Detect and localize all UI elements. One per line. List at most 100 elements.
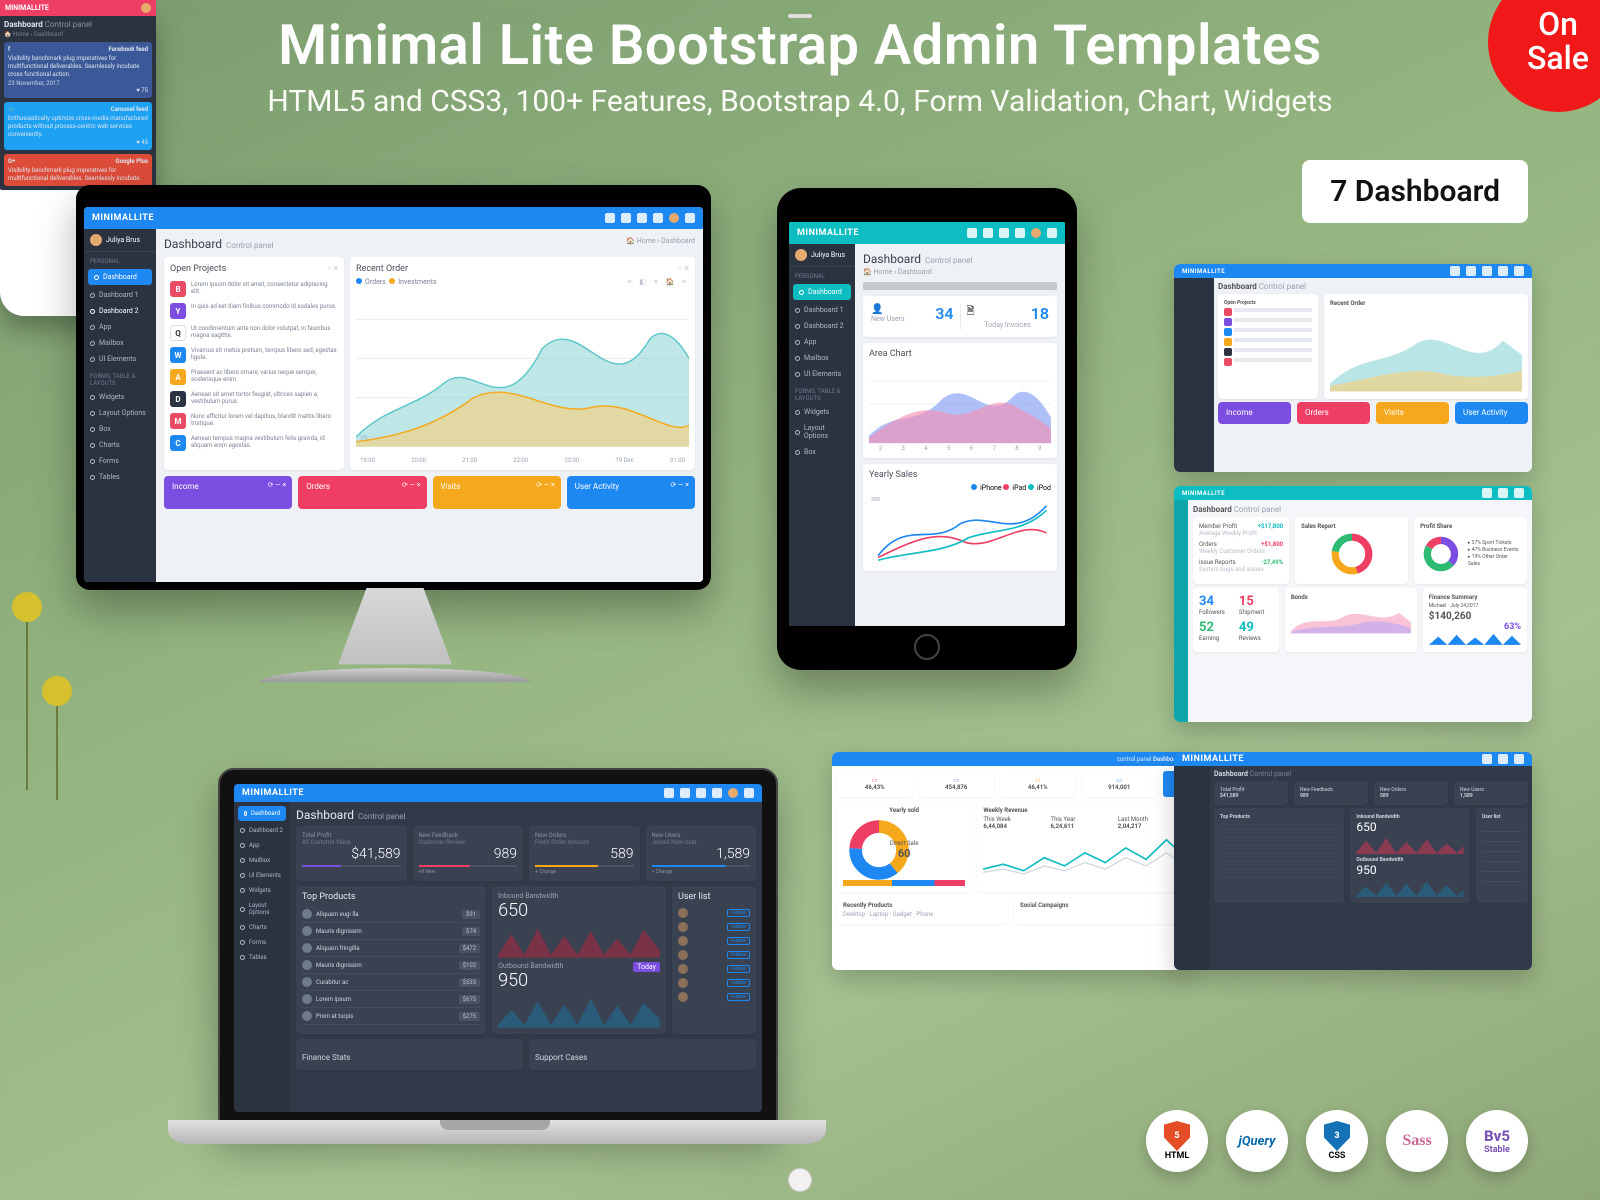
sidebar-item-dashboard[interactable]: Dashboard (793, 284, 851, 300)
decor-stem (56, 700, 58, 800)
table-row[interactable]: Mauris dignissim$102 (302, 957, 480, 974)
yearly-sales-card: Yearly Sales iPhone iPad iPod 350 (863, 464, 1057, 571)
open-projects-card: Open Projects▫ × BLorem ipsum dolor sit … (164, 257, 344, 470)
thumb-dashboard-4[interactable]: MINIMALLITE Dashboard Control panel Tota… (1174, 752, 1532, 970)
device-base (260, 668, 530, 682)
home-button[interactable] (914, 634, 940, 660)
decor-flower (12, 592, 42, 622)
stat-tile[interactable]: Visits⟳ — × (433, 476, 561, 509)
sidebar-item-tables[interactable]: Tables (84, 469, 156, 485)
sidebar-item-dash2[interactable]: Dashboard 2 (84, 303, 156, 319)
list-item[interactable]: BLorem ipsum dolor sit amet, consectetur… (170, 278, 338, 300)
list-item[interactable]: Follow (678, 976, 750, 990)
thumb-dashboard-1[interactable]: MINIMALLITE Dashboard Control panel Open… (1174, 264, 1532, 472)
list-item[interactable]: DAenean sit amet tortor feugiat, ultrice… (170, 388, 338, 410)
tech-sass: Sass (1386, 1110, 1448, 1172)
dashboard-count-pill: 7 Dashboard (1302, 160, 1528, 223)
stat-tile[interactable]: Orders⟳ — × (298, 476, 426, 509)
card-actions[interactable]: ▫ × (328, 263, 338, 274)
search-icon[interactable] (664, 788, 674, 798)
tech-css3: 3CSS (1306, 1110, 1368, 1172)
sidebar-item-app[interactable]: App (84, 319, 156, 335)
bell-icon[interactable] (696, 788, 706, 798)
gplus-feed[interactable]: G+Google Plus Visibility benchmark plug … (4, 154, 152, 187)
list-item[interactable]: WVivamus sit metus pretium, tempus liber… (170, 344, 338, 366)
device-notch (440, 1120, 550, 1130)
page-subtitle: HTML5 and CSS3, 100+ Features, Bootstrap… (0, 84, 1600, 119)
table-row[interactable]: Aliquam fringilla$472 (302, 940, 480, 957)
page-title: Minimal Lite Bootstrap Admin Templates (0, 12, 1600, 78)
sidebar-item-dashboard[interactable]: Dashboard (238, 806, 286, 821)
decor-stem (26, 620, 28, 790)
search-icon[interactable] (967, 228, 977, 238)
list-item[interactable]: QUt condimentum ante non dolor volutpat,… (170, 322, 338, 344)
sidebar-item-layout[interactable]: Layout Options (84, 405, 156, 421)
table-row[interactable]: Curabitur ac$533 (302, 974, 480, 991)
avatar[interactable] (669, 213, 679, 223)
sidebar-item-box[interactable]: Box (84, 421, 156, 437)
device-ipad: MINIMALLITE Juliya Brus PERSONAL Dashboa… (777, 188, 1077, 670)
list-item[interactable]: Follow (678, 962, 750, 976)
flag-icon[interactable] (653, 213, 663, 223)
flag-icon[interactable] (712, 788, 722, 798)
chart-tools[interactable]: ≡ ◧ ≡ 🏠 ≡ (627, 278, 689, 286)
device-imac: MINIMALLITE Juliya Brus PERSONAL Dashboa… (76, 185, 711, 590)
gear-icon[interactable] (685, 213, 695, 223)
list-item[interactable]: APraesent ac libero ornare, varius neque… (170, 366, 338, 388)
home-button[interactable] (788, 1168, 812, 1192)
gear-icon[interactable] (1047, 228, 1057, 238)
avatar[interactable] (1031, 228, 1041, 238)
main-content: DashboardControl panel 🏠 Home › Dashboar… (156, 229, 703, 582)
bell-icon[interactable] (999, 228, 1009, 238)
thumb-dashboard-2[interactable]: MINIMALLITE Dashboard Control panel Memb… (1174, 486, 1532, 722)
gear-icon[interactable] (744, 788, 754, 798)
sidebar-item-dashboard[interactable]: Dashboard (88, 269, 152, 285)
device-stand (300, 588, 490, 678)
sidebar-user[interactable]: Juliya Brus (84, 229, 156, 252)
list-item[interactable]: Follow (678, 906, 750, 920)
sidebar-item-mail[interactable]: Mailbox (84, 335, 156, 351)
topbar: MINIMALLITE (789, 222, 1065, 244)
table-row[interactable]: Aliquam eugi lla$91 (302, 906, 480, 923)
list-item[interactable]: CAenean tempus magna vestibulum felis gr… (170, 432, 338, 454)
sidebar-item-forms[interactable]: Forms (84, 453, 156, 469)
mail-icon[interactable] (621, 213, 631, 223)
table-row[interactable]: Proin at turpis$275 (302, 1008, 480, 1025)
device-laptop: MINIMALLITE Dashboard Dashboard 2 App Ma… (218, 768, 778, 1128)
list-item[interactable]: Follow (678, 990, 750, 1004)
table-row[interactable]: Mauris dignissim$74 (302, 923, 480, 940)
sidebar-item-charts[interactable]: Charts (84, 437, 156, 453)
tech-badges: 5HTML jQuery 3CSS Sass Bv5Stable (1146, 1110, 1528, 1172)
sidebar-item-ui[interactable]: UI Elements (84, 351, 156, 367)
tech-html5: 5HTML (1146, 1110, 1208, 1172)
flag-icon[interactable] (1015, 228, 1025, 238)
sidebar: Juliya Brus PERSONAL Dashboard Dashboard… (84, 229, 156, 582)
list-item[interactable]: Follow (678, 920, 750, 934)
list-item[interactable]: Follow (678, 948, 750, 962)
stat-tile[interactable]: Income⟳ — × (164, 476, 292, 509)
bell-icon[interactable] (637, 213, 647, 223)
sidebar: Juliya Brus PERSONAL Dashboard Dashboard… (789, 244, 855, 626)
stats-card: 👤 34 New Users 🗎 18 Today Invoices (863, 296, 1057, 337)
stat-card: Total ProfitAll Customs Value$41,589 (296, 826, 407, 881)
avatar[interactable] (728, 788, 738, 798)
list-item[interactable]: Follow (678, 934, 750, 948)
mail-icon[interactable] (680, 788, 690, 798)
table-row[interactable]: Lorem ipsum$675 (302, 991, 480, 1008)
thumb-dashboard-3[interactable]: control panel Dashboard ▭46,43% ▭454,876… (832, 752, 1190, 970)
recent-order-chart: 75 (356, 290, 689, 457)
main-content: DashboardControl panel 🏠 Home › Dashboar… (855, 244, 1065, 626)
svg-text:350: 350 (871, 497, 880, 503)
list-item[interactable]: YIn quis ad est diam finibus commodo id … (170, 300, 338, 322)
search-icon[interactable] (605, 213, 615, 223)
stat-card: New UsersJoined New User1,589+ Change (646, 826, 757, 881)
stat-card: New FeedbackCustomer Review989+8 New (413, 826, 524, 881)
topbar: MINIMALLITE (84, 207, 703, 229)
sidebar-item-dash1[interactable]: Dashboard 1 (84, 287, 156, 303)
mail-icon[interactable] (983, 228, 993, 238)
avatar (90, 234, 102, 246)
sidebar-item-widgets[interactable]: Widgets (84, 389, 156, 405)
card-actions[interactable]: ▫ × (679, 263, 689, 274)
list-item[interactable]: MNunc efficitur lorem vel dapibus, bland… (170, 410, 338, 432)
stat-tile[interactable]: User Activity⟳ — × (567, 476, 695, 509)
